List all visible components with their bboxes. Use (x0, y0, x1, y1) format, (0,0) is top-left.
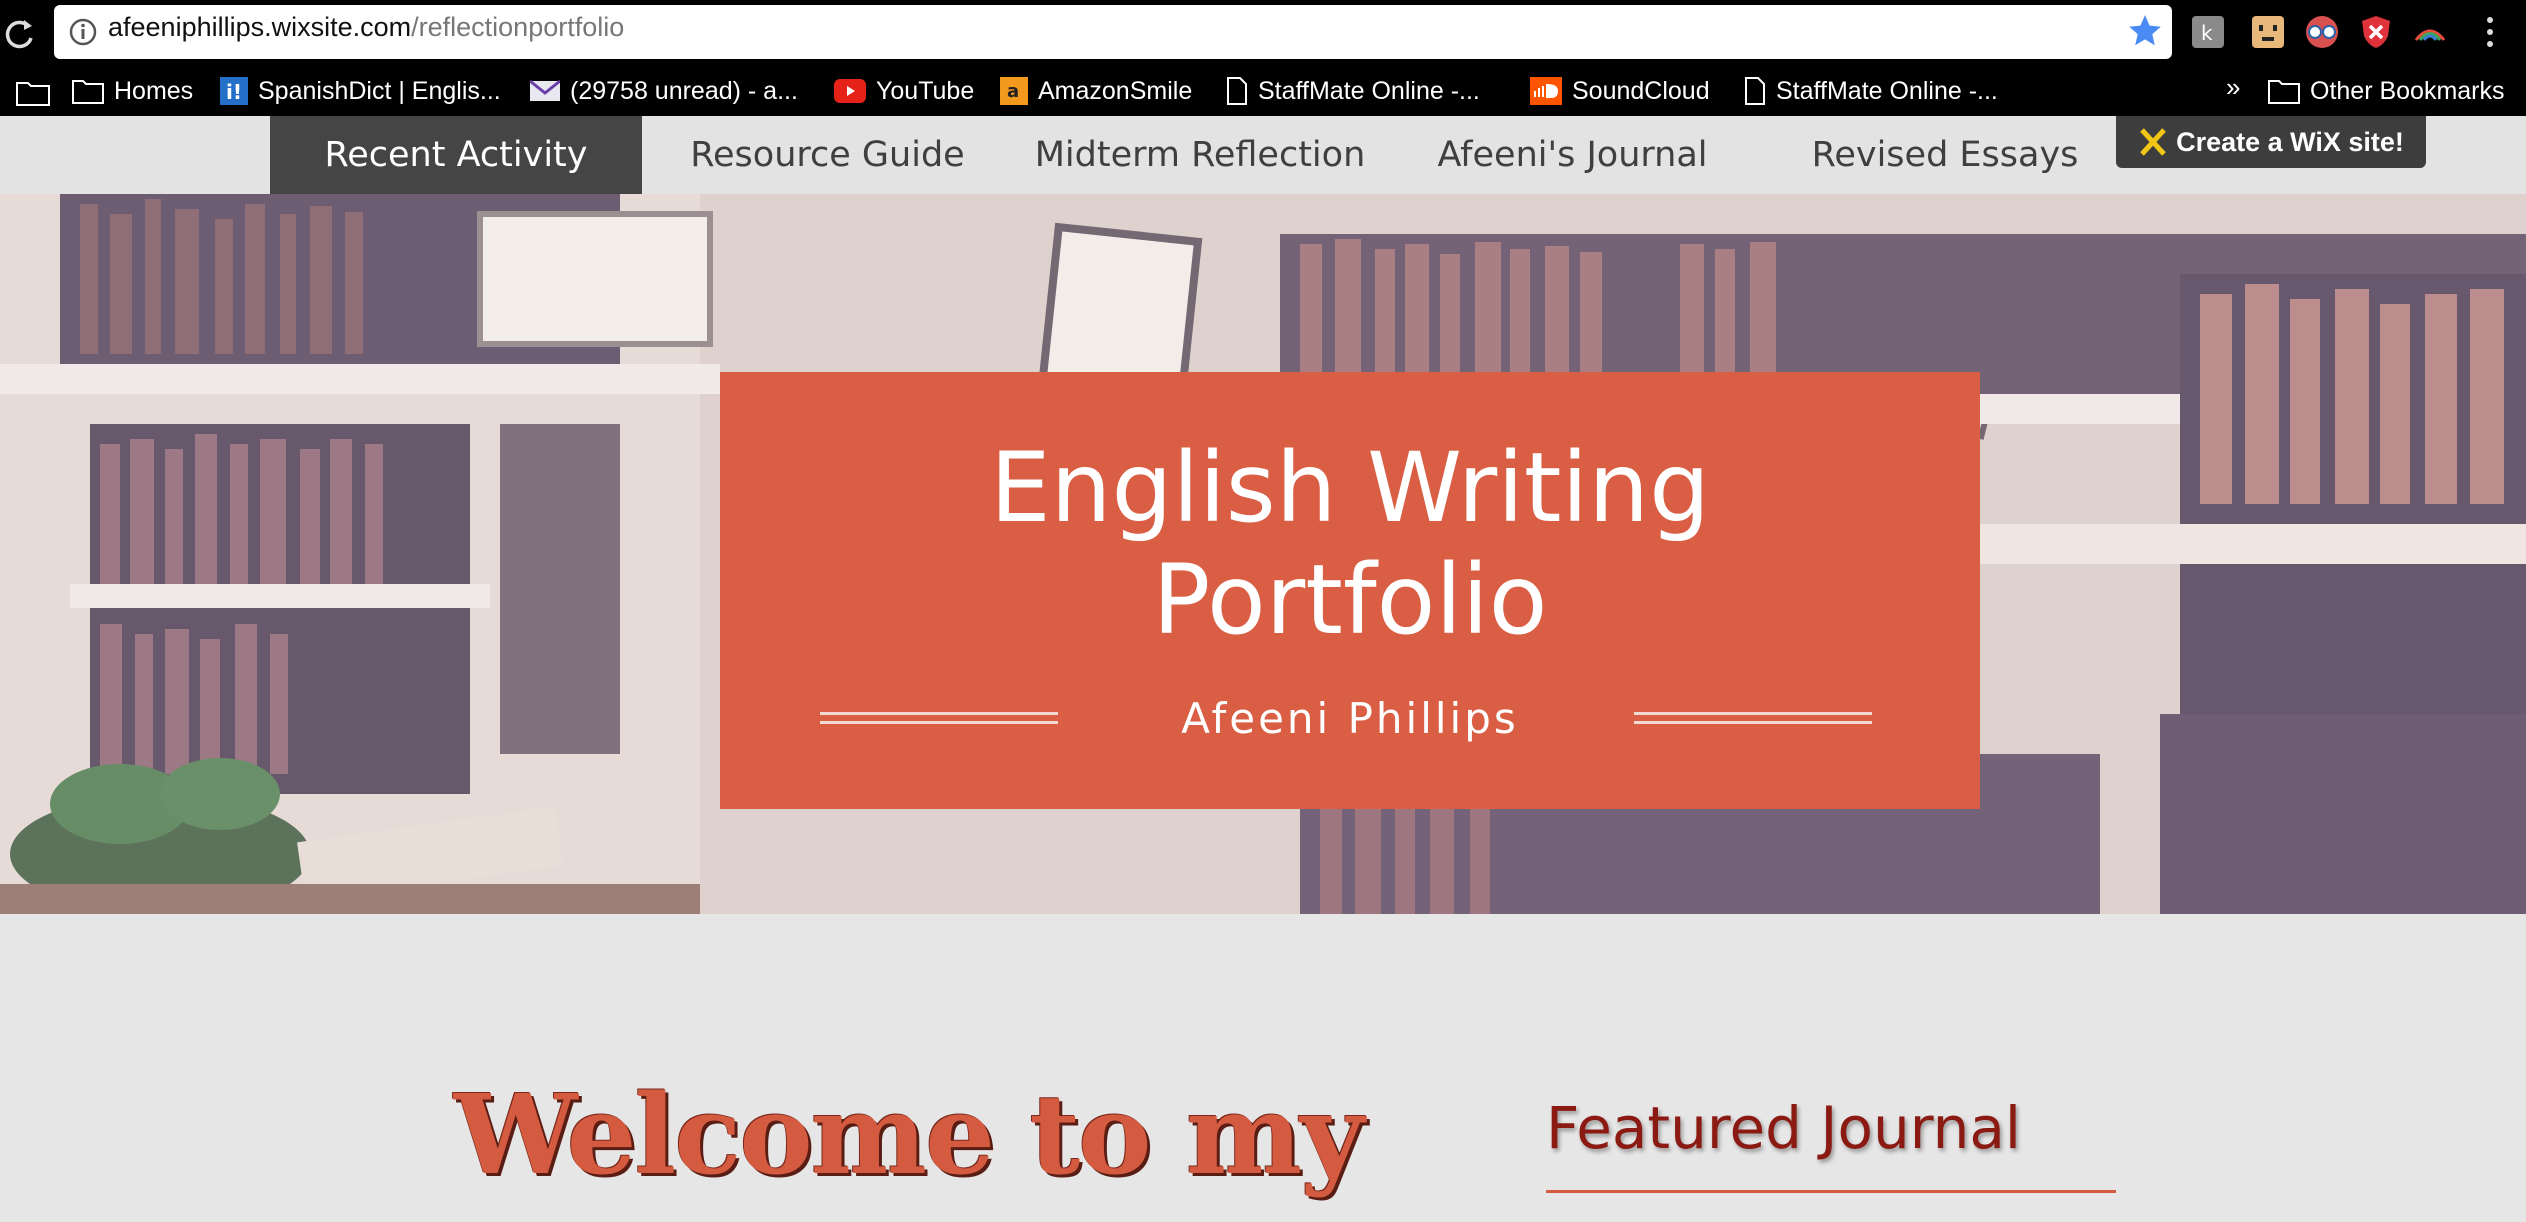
site-title: English Writing Portfolio (990, 432, 1710, 656)
hero-banner: English Writing Portfolio Afeeni Phillip… (0, 194, 2526, 914)
amazon-icon: a (1000, 77, 1028, 105)
main-content: Welcome to my Featured Journal (0, 914, 2526, 1222)
featured-journal-heading: Featured Journal (1546, 1094, 2022, 1162)
url-text[interactable]: afeeniphillips.wixsite.com/reflectionpor… (108, 12, 624, 43)
extension-face-icon[interactable] (2250, 14, 2286, 50)
nav-revised-essays[interactable]: Revised Essays (1770, 116, 2120, 194)
svg-text:i!: i! (226, 80, 242, 104)
other-bookmarks[interactable]: Other Bookmarks (2268, 72, 2505, 110)
youtube-icon (834, 79, 866, 103)
shield-block-icon[interactable] (2358, 14, 2394, 50)
extension-glasses-icon[interactable] (2304, 14, 2340, 50)
decorative-rule-right (1634, 712, 1872, 724)
create-wix-site-button[interactable]: Create a WiX site! (2116, 116, 2426, 168)
page-icon (1227, 77, 1247, 105)
bookmark-youtube[interactable]: YouTube (834, 72, 974, 110)
bookmark-spanishdict[interactable]: i! SpanishDict | Englis... (220, 72, 501, 110)
bookmarks-overflow-button[interactable]: » (2226, 72, 2240, 103)
welcome-heading: Welcome to my (454, 1070, 1364, 1199)
info-icon[interactable] (68, 17, 98, 47)
extension-k-icon[interactable]: k (2190, 14, 2226, 50)
browser-toolbar: afeeniphillips.wixsite.com/reflectionpor… (0, 0, 2526, 66)
svg-text:k: k (2201, 21, 2213, 45)
wix-x-icon (2140, 128, 2166, 156)
featured-divider (1546, 1190, 2116, 1193)
spanishdict-icon: i! (220, 77, 248, 105)
svg-text:a: a (1007, 81, 1019, 102)
browser-menu-icon[interactable] (2480, 12, 2500, 52)
nav-afeenis-journal[interactable]: Afeeni's Journal (1400, 116, 1745, 194)
bookmark-mail[interactable]: (29758 unread) - a... (530, 72, 798, 110)
page-icon (1745, 77, 1765, 105)
soundcloud-icon (1530, 77, 1562, 105)
apps-folder-icon[interactable] (16, 80, 50, 106)
bookmark-amazonsmile[interactable]: a AmazonSmile (1000, 72, 1192, 110)
bookmark-staffmate-1[interactable]: StaffMate Online -... (1226, 72, 1480, 110)
nav-recent-activity[interactable]: Recent Activity (270, 116, 642, 194)
bookmark-staffmate-2[interactable]: StaffMate Online -... (1744, 72, 1998, 110)
bookmarks-bar: Homes i! SpanishDict | Englis... (29758 … (0, 66, 2526, 116)
nav-midterm-reflection[interactable]: Midterm Reflection (1020, 116, 1380, 194)
bookmark-star-icon[interactable] (2126, 12, 2164, 50)
reload-icon[interactable] (0, 14, 40, 54)
nav-resource-guide[interactable]: Resource Guide (660, 116, 995, 194)
bookmark-soundcloud[interactable]: SoundCloud (1530, 72, 1710, 110)
mail-icon (530, 79, 560, 101)
extension-rainbow-icon[interactable] (2412, 14, 2448, 50)
folder-icon (72, 80, 104, 104)
folder-icon (2268, 80, 2300, 104)
bookmark-homes[interactable]: Homes (72, 72, 193, 110)
hero-title-card: English Writing Portfolio Afeeni Phillip… (720, 372, 1980, 809)
